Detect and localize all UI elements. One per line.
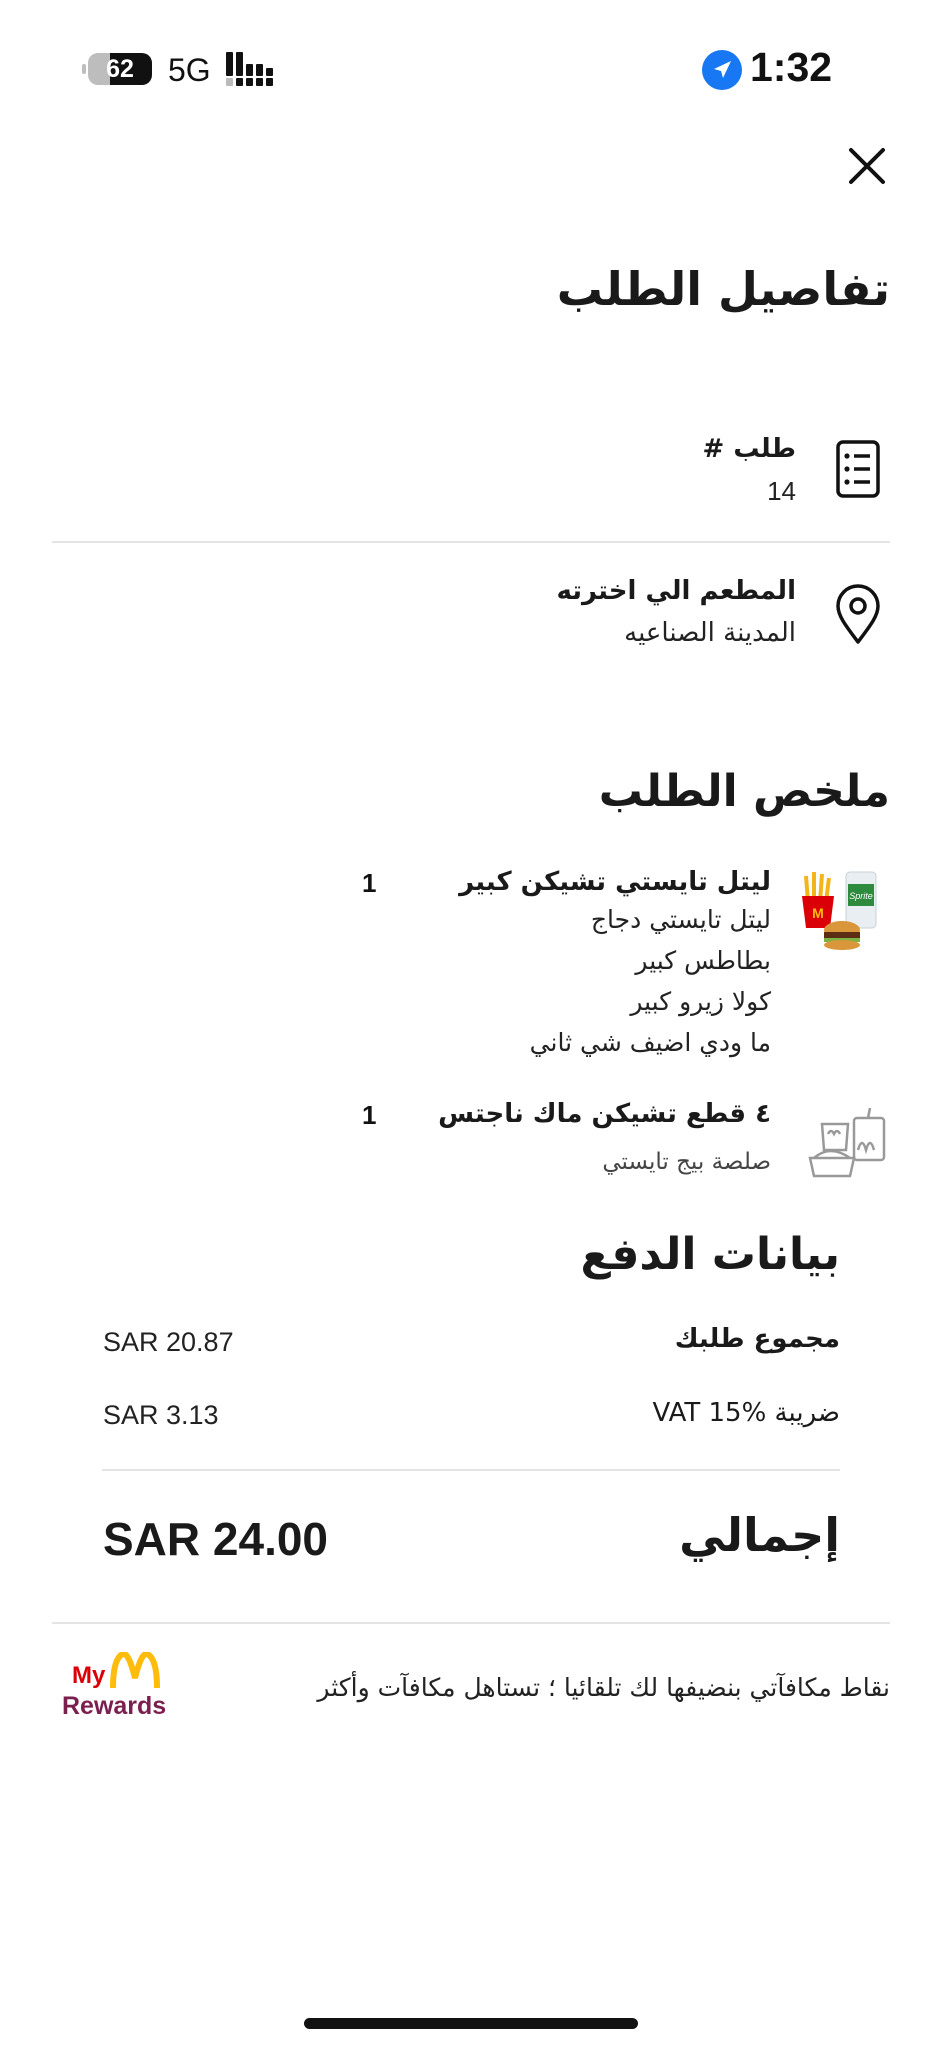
restaurant-label: المطعم الي اخترته: [556, 576, 796, 606]
payment-details-title: بيانات الدفع: [580, 1229, 840, 1280]
order-number-label: طلب #: [702, 434, 796, 464]
item-detail: صلصة بيج تايستي: [602, 1149, 771, 1175]
total-label: إجمالي: [679, 1508, 840, 1562]
item-name: ٤ قطع تشيكن ماك ناجتس: [438, 1099, 771, 1129]
clock: 1:32: [750, 44, 833, 90]
total-value: SAR 24.00: [103, 1513, 329, 1565]
location-pin-icon: [830, 582, 886, 646]
close-icon[interactable]: [845, 144, 889, 188]
my-mcd-rewards-logo: My Rewards: [60, 1650, 180, 1722]
meal-combo-image: Sprite M: [798, 866, 886, 954]
subtotal-value: SAR 20.87: [103, 1327, 234, 1357]
item-detail: ما ودي اضيف شي ثاني: [529, 1028, 771, 1057]
signal-strength-icon: [226, 52, 276, 86]
rewards-message: نقاط مكافآتي بنضيفها لك تلقائيا ؛ تستاهل…: [317, 1673, 890, 1702]
home-indicator[interactable]: [304, 2018, 638, 2029]
network-type: 5G: [168, 52, 211, 88]
item-detail: بطاطس كبير: [635, 946, 771, 975]
restaurant-value: المدينة الصناعيه: [624, 618, 796, 648]
status-bar: 62 5G 1:32: [0, 0, 942, 140]
item-quantity: 1: [362, 868, 377, 898]
svg-text:M: M: [812, 905, 824, 921]
item-detail: ليتل تايستي دجاج: [590, 905, 771, 934]
order-number-value: 14: [767, 476, 796, 506]
item-quantity: 1: [362, 1100, 377, 1130]
order-summary-title: ملخص الطلب: [598, 766, 890, 817]
logo-rewards: Rewards: [62, 1692, 167, 1720]
vat-label: ضريبة VAT 15%: [652, 1398, 840, 1428]
item-name: ليتل تايستي تشيكن كبير: [459, 867, 771, 897]
subtotal-label: مجموع طلبك: [674, 1324, 840, 1354]
item-detail: كولا زيرو كبير: [630, 987, 771, 1016]
svg-text:Sprite: Sprite: [849, 891, 873, 901]
vat-value: SAR 3.13: [103, 1400, 219, 1430]
divider: [52, 1622, 890, 1624]
battery-indicator: 62: [82, 53, 152, 85]
location-arrow-icon: [702, 50, 742, 90]
receipt-icon: [832, 438, 888, 502]
divider: [102, 1469, 840, 1471]
logo-my: My: [72, 1662, 106, 1689]
page-title: تفاصيل الطلب: [556, 262, 890, 316]
divider: [52, 541, 890, 543]
placeholder-meal-icon: [806, 1104, 894, 1192]
